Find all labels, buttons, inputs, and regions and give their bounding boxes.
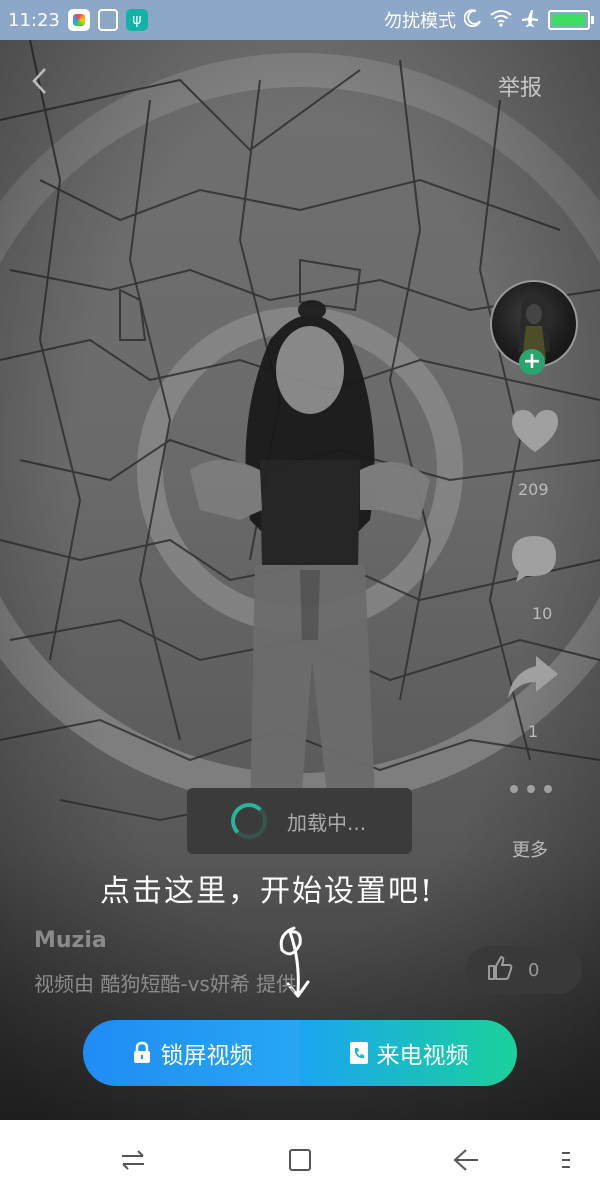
set-video-buttons: 锁屏视频 来电视频 bbox=[83, 1020, 517, 1086]
lock-screen-video-label: 锁屏视频 bbox=[160, 1043, 253, 1069]
share-button[interactable] bbox=[504, 652, 560, 706]
battery-icon bbox=[548, 10, 594, 30]
author-name[interactable]: Muzia bbox=[34, 928, 107, 953]
more-dots-icon[interactable] bbox=[506, 780, 556, 799]
more-label[interactable]: 更多 bbox=[512, 836, 548, 862]
status-time: 11:23 bbox=[8, 9, 60, 31]
incoming-call-video-label: 来电视频 bbox=[376, 1043, 469, 1069]
shares-count: 1 bbox=[528, 722, 539, 741]
usb-icon: ψ bbox=[125, 9, 148, 31]
lock-screen-video-button[interactable]: 锁屏视频 bbox=[83, 1020, 300, 1086]
like-button[interactable] bbox=[508, 404, 562, 460]
like-pill-count: 0 bbox=[528, 959, 540, 981]
loading-spinner-icon bbox=[231, 803, 267, 839]
loading-label: 加载中... bbox=[287, 810, 367, 835]
square-icon[interactable] bbox=[270, 1120, 330, 1200]
lock-icon bbox=[131, 1041, 153, 1065]
fingerprint-app-icon bbox=[97, 9, 118, 31]
video-provider: 视频由 酷狗短酷-vs妍希 提供 bbox=[34, 972, 297, 996]
menu-icon[interactable] bbox=[536, 1120, 596, 1200]
loading-toast: 加载中... bbox=[187, 788, 412, 854]
follow-button[interactable]: + bbox=[519, 349, 545, 375]
hand-drawn-arrow-icon bbox=[270, 920, 320, 1014]
status-bar: 11:23 ψ 勿扰模式 bbox=[0, 0, 600, 40]
back-arrow-icon[interactable] bbox=[436, 1120, 496, 1200]
screen: 11:23 ψ 勿扰模式 举报 + 209 10 1 更多 加载中... 点击这… bbox=[0, 0, 600, 1200]
switch-icon[interactable] bbox=[103, 1120, 163, 1200]
airplane-icon bbox=[520, 8, 540, 33]
likes-count: 209 bbox=[518, 480, 549, 499]
video-player[interactable]: 举报 + 209 10 1 更多 加载中... 点击这里，开始设置吧! Muzi… bbox=[0, 40, 600, 1120]
app-icon bbox=[67, 9, 90, 31]
system-nav-bar bbox=[0, 1120, 600, 1200]
moon-icon bbox=[463, 8, 482, 32]
thumbs-up-icon bbox=[486, 954, 514, 986]
comments-count: 10 bbox=[532, 604, 553, 623]
setup-tip: 点击这里，开始设置吧! bbox=[100, 874, 435, 909]
wifi-icon bbox=[490, 9, 512, 32]
back-button[interactable] bbox=[30, 66, 48, 102]
dnd-mode-label: 勿扰模式 bbox=[384, 11, 456, 32]
incoming-call-video-button[interactable]: 来电视频 bbox=[300, 1020, 517, 1086]
phone-card-icon bbox=[349, 1041, 369, 1065]
like-pill-button[interactable]: 0 bbox=[466, 946, 582, 994]
comment-button[interactable] bbox=[506, 530, 562, 590]
report-button[interactable]: 举报 bbox=[498, 70, 542, 102]
